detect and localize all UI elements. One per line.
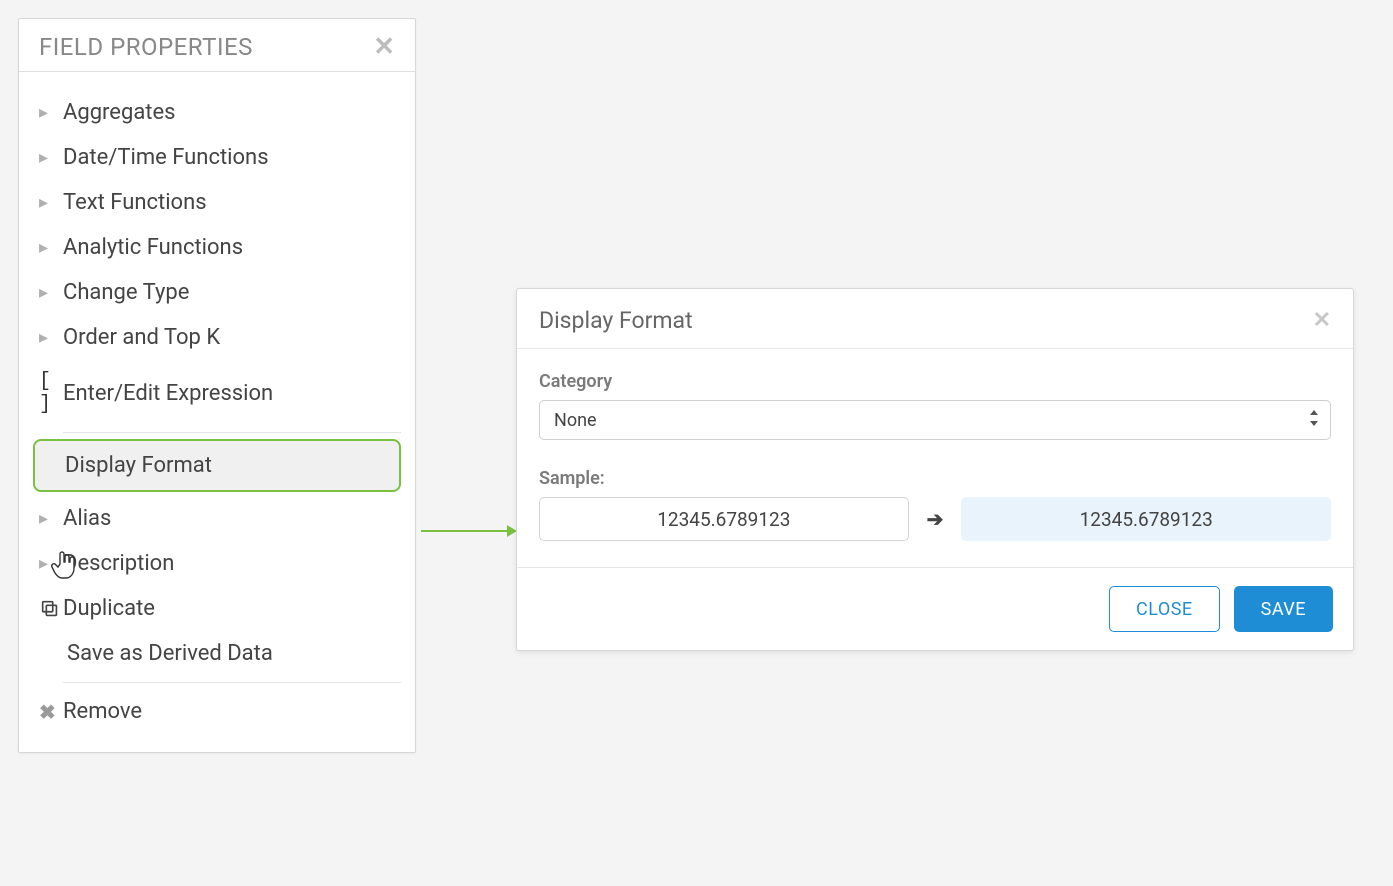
panel-title: FIELD PROPERTIES <box>39 33 253 61</box>
item-label: Save as Derived Data <box>67 641 273 666</box>
sample-label: Sample: <box>539 468 1331 489</box>
item-label: Duplicate <box>63 596 155 621</box>
item-label: Order and Top K <box>63 325 220 350</box>
sample-in-value: 12345.6789123 <box>657 508 790 531</box>
item-date-time-functions[interactable]: ▸ Date/Time Functions <box>33 135 401 180</box>
dialog-body: Category None Sample: 12345.6789123 ➔ 12… <box>517 349 1353 568</box>
divider <box>63 432 401 433</box>
item-label: Display Format <box>65 453 212 478</box>
item-label: Description <box>63 551 174 576</box>
item-save-derived-data[interactable]: Save as Derived Data <box>33 631 401 676</box>
button-label: SAVE <box>1261 599 1306 620</box>
chevron-right-icon: ▸ <box>39 282 63 303</box>
remove-icon: ✖ <box>39 700 63 724</box>
item-display-format[interactable]: ▸ Display Format <box>33 439 401 492</box>
category-label: Category <box>539 371 1331 392</box>
item-label: Remove <box>63 699 142 724</box>
item-order-top-k[interactable]: ▸ Order and Top K <box>33 315 401 360</box>
item-label: Enter/Edit Expression <box>63 381 273 406</box>
connector-arrow <box>421 521 517 541</box>
item-label: Aggregates <box>63 100 176 125</box>
save-button[interactable]: SAVE <box>1234 586 1333 632</box>
sample-input[interactable]: 12345.6789123 <box>539 497 909 541</box>
item-description[interactable]: ▸ Description <box>33 541 401 586</box>
category-value: None <box>554 410 597 431</box>
chevron-right-icon: ▸ <box>39 508 63 529</box>
duplicate-icon <box>39 598 63 620</box>
divider <box>63 682 401 683</box>
chevron-right-icon: ▸ <box>39 102 63 123</box>
dialog-header: Display Format ✕ <box>517 289 1353 349</box>
field-list: ▸ Aggregates ▸ Date/Time Functions ▸ Tex… <box>19 72 415 752</box>
button-label: CLOSE <box>1136 599 1193 620</box>
item-label: Change Type <box>63 280 189 305</box>
sample-output: 12345.6789123 <box>961 497 1331 541</box>
sample-row: 12345.6789123 ➔ 12345.6789123 <box>539 497 1331 541</box>
category-select[interactable]: None <box>539 400 1331 440</box>
item-enter-edit-expression[interactable]: [ ] Enter/Edit Expression <box>33 360 401 426</box>
item-aggregates[interactable]: ▸ Aggregates <box>33 90 401 135</box>
field-properties-panel: FIELD PROPERTIES ✕ ▸ Aggregates ▸ Date/T… <box>18 18 416 753</box>
arrow-right-icon: ➔ <box>927 507 944 531</box>
chevron-right-icon: ▸ <box>39 553 63 574</box>
item-duplicate[interactable]: Duplicate <box>33 586 401 631</box>
item-label: Text Functions <box>63 190 207 215</box>
close-button[interactable]: CLOSE <box>1109 586 1220 632</box>
chevron-right-icon: ▸ <box>39 147 63 168</box>
chevron-right-icon: ▸ <box>39 237 63 258</box>
item-text-functions[interactable]: ▸ Text Functions <box>33 180 401 225</box>
close-icon[interactable]: ✕ <box>1313 308 1331 333</box>
chevron-right-icon: ▸ <box>39 192 63 213</box>
item-label: Date/Time Functions <box>63 145 269 170</box>
panel-header: FIELD PROPERTIES ✕ <box>19 19 415 72</box>
item-label: Alias <box>63 506 111 531</box>
dialog-footer: CLOSE SAVE <box>517 568 1353 650</box>
item-remove[interactable]: ✖ Remove <box>33 689 401 734</box>
display-format-dialog: Display Format ✕ Category None Sample: 1… <box>516 288 1354 651</box>
sample-out-value: 12345.6789123 <box>1080 508 1213 531</box>
item-change-type[interactable]: ▸ Change Type <box>33 270 401 315</box>
item-analytic-functions[interactable]: ▸ Analytic Functions <box>33 225 401 270</box>
item-alias[interactable]: ▸ Alias <box>33 496 401 541</box>
item-label: Analytic Functions <box>63 235 243 260</box>
chevron-right-icon: ▸ <box>39 327 63 348</box>
dialog-title: Display Format <box>539 307 693 334</box>
close-icon[interactable]: ✕ <box>373 34 395 60</box>
brackets-icon: [ ] <box>39 370 63 416</box>
